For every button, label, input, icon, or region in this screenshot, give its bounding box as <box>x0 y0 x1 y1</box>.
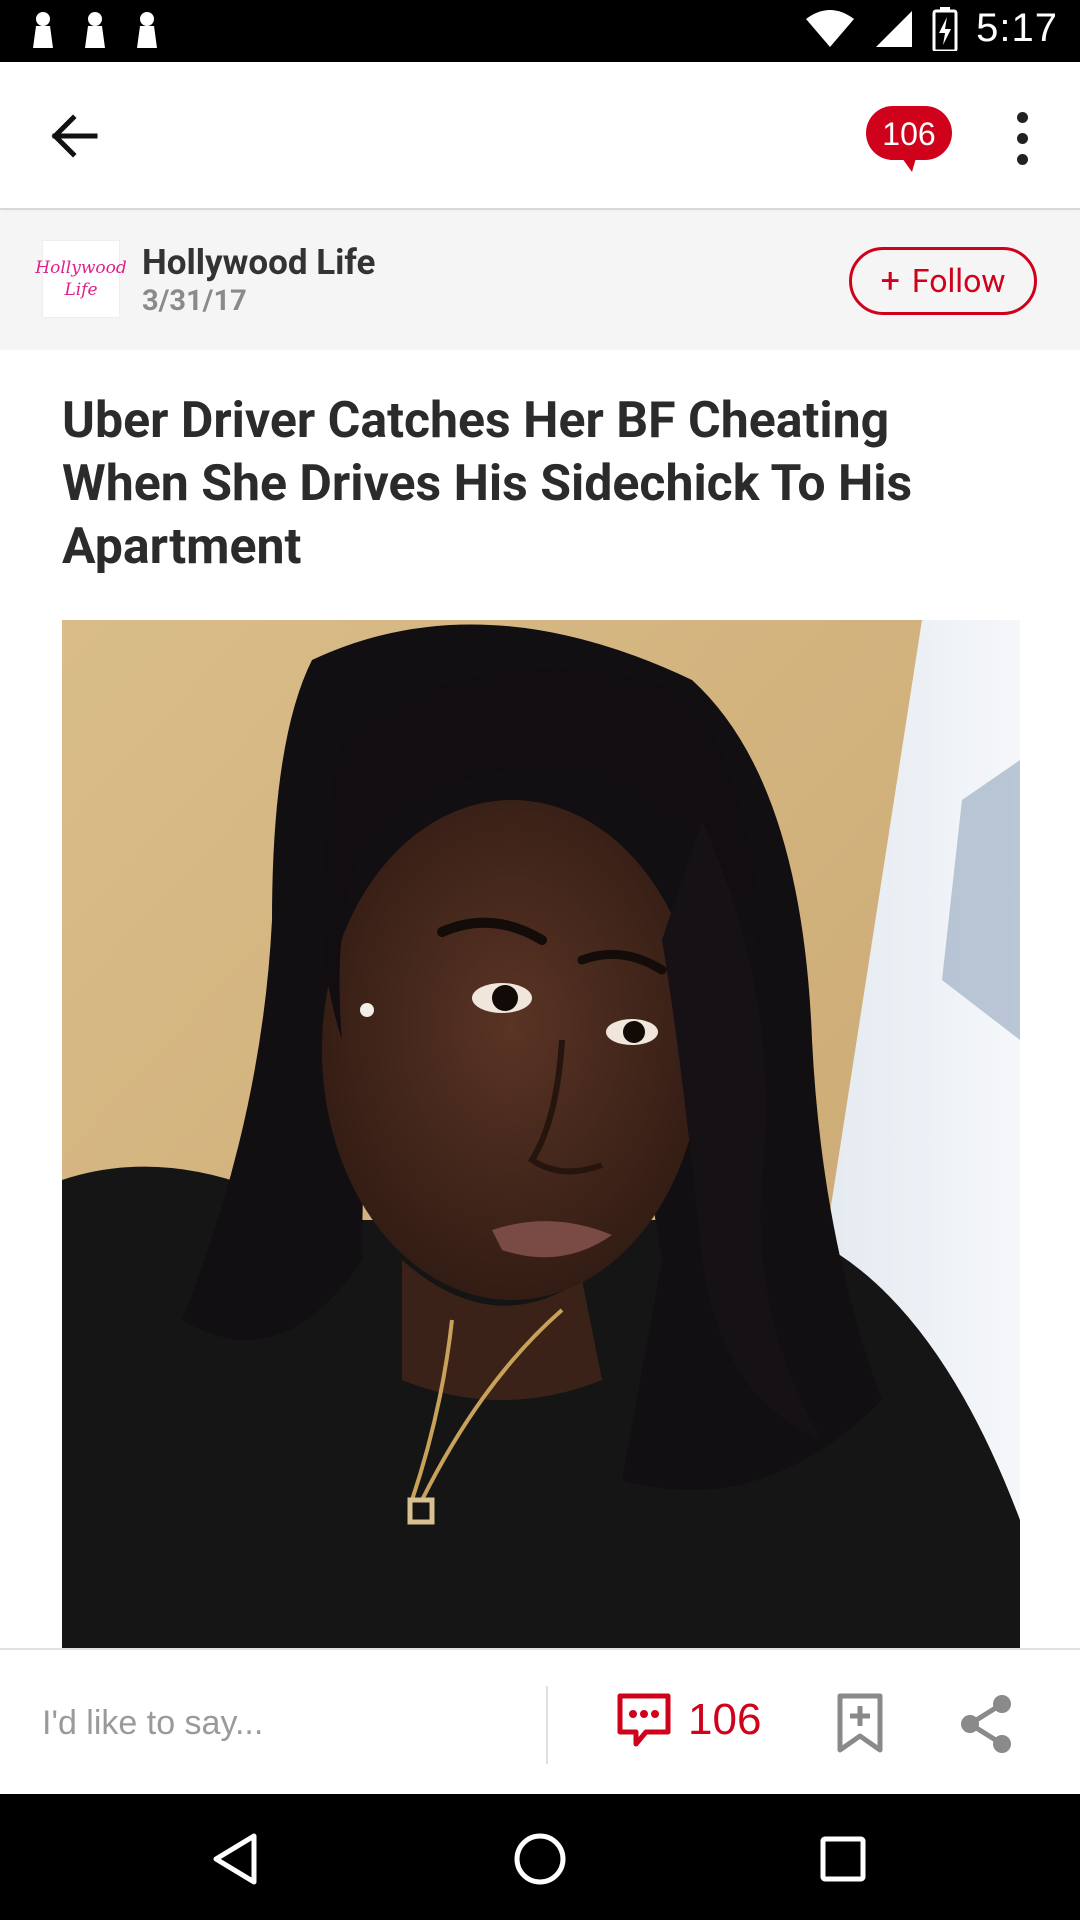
nav-back-button[interactable] <box>200 1824 270 1894</box>
bookmark-add-icon <box>837 1693 883 1753</box>
clock: 5:17 <box>976 6 1058 50</box>
system-status: 5:17 <box>804 6 1058 51</box>
nav-recents-button[interactable] <box>808 1824 878 1894</box>
follow-label: Follow <box>911 262 1006 300</box>
system-navigation-bar <box>0 1794 1080 1920</box>
comments-count: 106 <box>882 115 936 152</box>
article-photo[interactable] <box>62 620 1020 1650</box>
bookmark-button[interactable] <box>834 1692 886 1756</box>
back-triangle-icon <box>213 1833 257 1885</box>
more-vert-icon <box>1016 111 1028 123</box>
bottom-action-bar: 106 <box>0 1648 1080 1794</box>
recents-square-icon <box>820 1836 866 1882</box>
notification-icon <box>85 12 105 48</box>
home-circle-icon <box>514 1833 566 1885</box>
back-button[interactable] <box>40 102 108 170</box>
publish-date: 3/31/17 <box>142 284 247 318</box>
cell-signal-icon <box>876 10 913 47</box>
more-options-button[interactable] <box>1000 102 1044 174</box>
plus-icon: + <box>880 261 900 301</box>
follow-button[interactable]: + Follow <box>849 247 1037 315</box>
notification-icons <box>30 10 160 50</box>
status-bar: 5:17 <box>0 0 1080 62</box>
arrow-left-icon <box>51 114 98 158</box>
article-headline: Uber Driver Catches Her BF Cheating When… <box>62 392 913 576</box>
divider <box>546 1686 548 1764</box>
comments-badge-button[interactable]: 106 <box>866 106 952 172</box>
publisher-header: Hollywood Life Hollywood Life 3/31/17 + … <box>0 212 1080 350</box>
share-icon <box>961 1695 1011 1753</box>
battery-charging-icon <box>932 6 958 51</box>
wifi-icon <box>806 9 855 47</box>
nav-home-button[interactable] <box>505 1824 575 1894</box>
publisher-name[interactable]: Hollywood Life <box>142 242 375 283</box>
notification-icon <box>33 12 53 48</box>
logo-text-line-1: Hollywood <box>35 258 127 278</box>
logo-text-line-2: Life <box>64 280 98 300</box>
comments-button[interactable]: 106 <box>616 1692 761 1748</box>
notification-icon <box>137 12 157 48</box>
publisher-logo[interactable]: Hollywood Life <box>35 240 127 318</box>
app-bar: 106 <box>0 62 1080 210</box>
share-button[interactable] <box>958 1694 1014 1754</box>
comment-icon <box>617 1693 671 1747</box>
comment-input[interactable] <box>42 1698 522 1748</box>
portrait-illustration <box>62 620 1020 1650</box>
comments-count-label: 106 <box>688 1695 762 1744</box>
